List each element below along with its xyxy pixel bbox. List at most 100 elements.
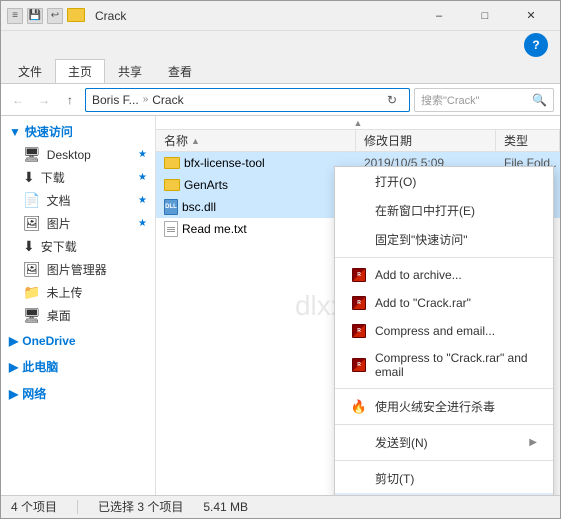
- ctx-sep-3: [335, 424, 553, 425]
- sort-arrow: ▲: [191, 136, 200, 146]
- rar-icon-4: R: [351, 357, 367, 373]
- network-header[interactable]: ▶ 网络: [1, 382, 155, 405]
- ctx-compress-email[interactable]: R Compress and email...: [335, 317, 553, 345]
- ctx-copy[interactable]: 复制(C): [335, 493, 553, 495]
- folder-icon: [164, 179, 180, 191]
- pin-icon4: ★: [138, 218, 147, 229]
- ctx-sendto[interactable]: 发送到(N) ▶: [335, 428, 553, 457]
- tab-share[interactable]: 共享: [105, 59, 155, 83]
- pin-icon3: ★: [138, 195, 147, 206]
- docs-icon: 📄: [23, 192, 40, 209]
- ctx-antivirus[interactable]: 🔥 使用火绒安全进行杀毒: [335, 392, 553, 421]
- chevron-right-icon3: ▶: [9, 387, 18, 401]
- file-cell-name: bfx-license-tool: [160, 156, 360, 170]
- ribbon-tabs: 文件 主页 共享 查看: [1, 57, 560, 83]
- file-cell-name: Read me.txt: [160, 221, 360, 237]
- ctx-add-crack-rar-label: Add to "Crack.rar": [375, 296, 471, 310]
- help-button[interactable]: ?: [524, 33, 548, 57]
- chevron-down-icon: ▼: [9, 125, 21, 139]
- file-list-header: 名称 ▲ 修改日期 类型: [156, 130, 560, 152]
- col-header-date[interactable]: 修改日期: [356, 130, 496, 151]
- ctx-cut-icon: [351, 471, 367, 487]
- col-date-label: 修改日期: [364, 132, 412, 149]
- desktop-icon: 🖥: [23, 146, 41, 163]
- sidebar-item-pics[interactable]: 🖼 图片 ★: [1, 212, 155, 235]
- search-placeholder: 搜索"Crack": [421, 92, 532, 108]
- picmanager-icon: 🖼: [23, 261, 41, 278]
- col-type-label: 类型: [504, 132, 528, 149]
- tab-file[interactable]: 文件: [5, 59, 55, 83]
- tab-view[interactable]: 查看: [155, 59, 205, 83]
- sidebar-item-download[interactable]: ⬇ 下载 ★: [1, 166, 155, 189]
- onedrive-header[interactable]: ▶ OneDrive: [1, 331, 155, 351]
- save-icon[interactable]: 💾: [27, 8, 43, 24]
- thispc-header[interactable]: ▶ 此电脑: [1, 355, 155, 378]
- status-separator: [77, 500, 78, 514]
- col-header-type[interactable]: 类型: [496, 130, 560, 151]
- ctx-antivirus-label: 使用火绒安全进行杀毒: [375, 398, 495, 415]
- pin-icon2: ★: [138, 172, 147, 183]
- address-path[interactable]: Boris F... » Crack ↻: [85, 88, 410, 112]
- ctx-open[interactable]: 打开(O): [335, 167, 553, 196]
- sidebar: ▼ 快速访问 🖥 Desktop ★ ⬇ 下载 ★ 📄 文档 ★ 🖼 图片: [1, 116, 156, 495]
- sidebar-item-anzaizai[interactable]: ⬇ 安下载: [1, 235, 155, 258]
- sort-indicator: ▲: [156, 116, 560, 130]
- sidebar-item-desktop[interactable]: 🖥 Desktop ★: [1, 143, 155, 166]
- sidebar-label-desktop: Desktop: [47, 148, 132, 162]
- path-segment-crack[interactable]: Crack: [152, 93, 183, 107]
- back-button[interactable]: ←: [7, 89, 29, 111]
- pin-icon: ★: [138, 149, 147, 160]
- context-menu: 打开(O) 在新窗口中打开(E) 固定到"快速访问" R Add to arch…: [334, 166, 554, 495]
- close-button[interactable]: ✕: [508, 2, 554, 30]
- ribbon: ? 文件 主页 共享 查看: [1, 31, 560, 84]
- folder-icon: [164, 157, 180, 169]
- undo-icon[interactable]: ↩: [47, 8, 63, 24]
- ctx-open-label: 打开(O): [375, 173, 416, 190]
- ctx-cut[interactable]: 剪切(T): [335, 464, 553, 493]
- maximize-button[interactable]: □: [462, 2, 508, 30]
- thispc-label: 此电脑: [22, 358, 58, 375]
- file-name: bfx-license-tool: [184, 156, 265, 170]
- ctx-open-new[interactable]: 在新窗口中打开(E): [335, 196, 553, 225]
- status-size: 5.41 MB: [203, 500, 248, 514]
- rar-icon-3: R: [351, 323, 367, 339]
- network-section: ▶ 网络: [1, 382, 155, 405]
- tab-home[interactable]: 主页: [55, 59, 105, 83]
- title-bar-icons: ≡ 💾 ↩: [7, 8, 89, 24]
- search-box[interactable]: 搜索"Crack" 🔍: [414, 88, 554, 112]
- ctx-add-crack-rar[interactable]: R Add to "Crack.rar": [335, 289, 553, 317]
- forward-button[interactable]: →: [33, 89, 55, 111]
- search-icon[interactable]: 🔍: [532, 93, 547, 107]
- ctx-compress-crack-email[interactable]: R Compress to "Crack.rar" and email: [335, 345, 553, 385]
- main-area: ▼ 快速访问 🖥 Desktop ★ ⬇ 下载 ★ 📄 文档 ★ 🖼 图片: [1, 116, 560, 495]
- refresh-button[interactable]: ↻: [381, 89, 403, 111]
- up-button[interactable]: ↑: [59, 89, 81, 111]
- download-icon: ⬇: [23, 169, 35, 186]
- address-bar: ← → ↑ Boris F... » Crack ↻ 搜索"Crack" 🔍: [1, 84, 560, 116]
- file-name: GenArts: [184, 178, 228, 192]
- sidebar-item-docs[interactable]: 📄 文档 ★: [1, 189, 155, 212]
- ctx-pin-label: 固定到"快速访问": [375, 231, 468, 248]
- col-name-label: 名称: [164, 132, 188, 149]
- rar-icon-2: R: [351, 295, 367, 311]
- notup-icon: 📁: [23, 284, 40, 301]
- ctx-add-archive[interactable]: R Add to archive...: [335, 261, 553, 289]
- sidebar-label-pics: 图片: [47, 215, 132, 232]
- ctx-pin[interactable]: 固定到"快速访问": [335, 225, 553, 254]
- window-title: Crack: [95, 9, 416, 23]
- ctx-sep-2: [335, 388, 553, 389]
- ctx-compress-email-label: Compress and email...: [375, 324, 495, 338]
- ctx-sendto-icon: [351, 435, 367, 451]
- minimize-button[interactable]: –: [416, 2, 462, 30]
- col-header-name[interactable]: 名称 ▲: [156, 130, 356, 151]
- system-menu-icon[interactable]: ≡: [7, 8, 23, 24]
- path-segment-borisf[interactable]: Boris F...: [92, 93, 139, 107]
- ctx-add-archive-label: Add to archive...: [375, 268, 462, 282]
- sidebar-item-notup[interactable]: 📁 未上传: [1, 281, 155, 304]
- status-selected: 已选择 3 个项目: [98, 498, 183, 515]
- sidebar-item-desktop2[interactable]: 🖥 桌面: [1, 304, 155, 327]
- sidebar-label-download: 下载: [41, 169, 132, 186]
- quick-access-header[interactable]: ▼ 快速访问: [1, 120, 155, 143]
- sidebar-item-picmanager[interactable]: 🖼 图片管理器: [1, 258, 155, 281]
- sidebar-label-docs: 文档: [46, 192, 132, 209]
